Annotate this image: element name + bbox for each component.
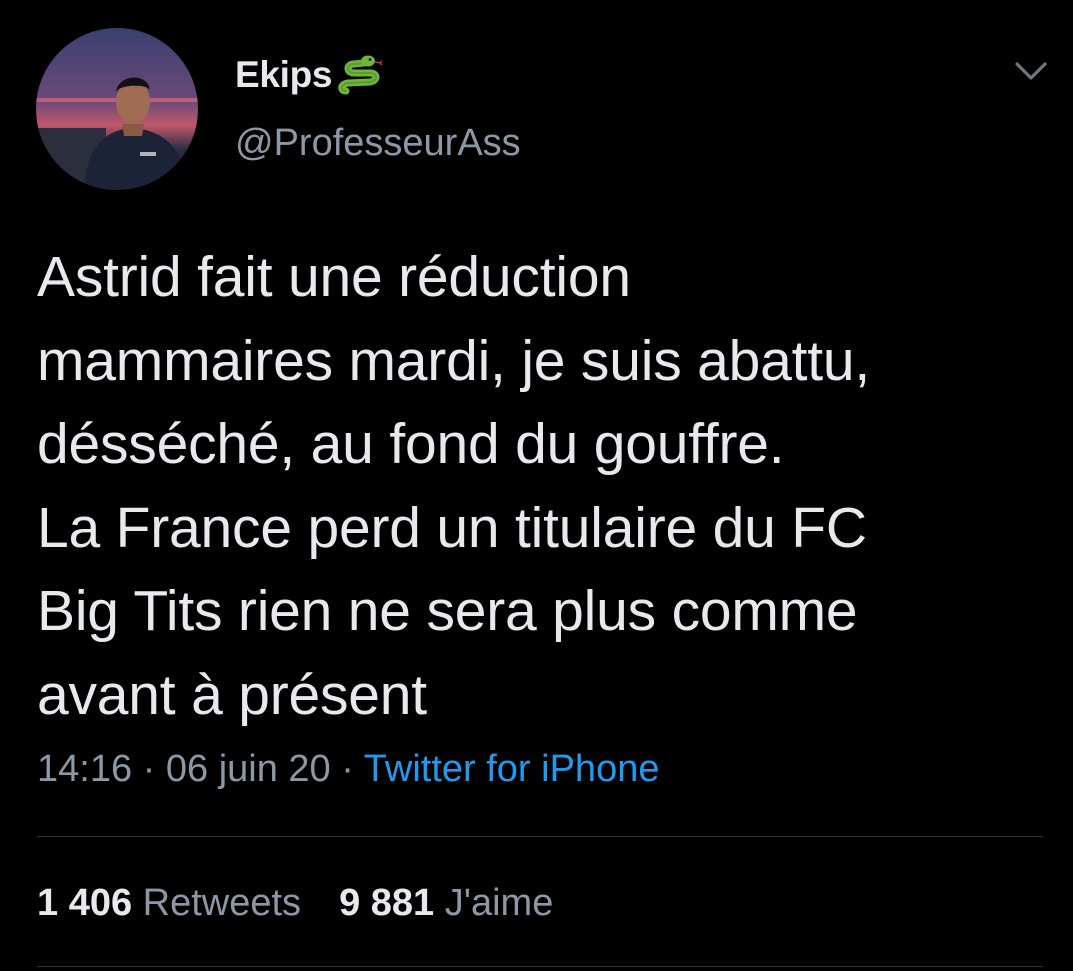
avatar-image	[36, 28, 198, 190]
tweet-detail: Ekips @ProfesseurAss Astrid fait une réd…	[0, 0, 1073, 971]
tweet-stats: 1 406 Retweets 9 881 J'aime	[37, 882, 553, 925]
divider	[37, 836, 1043, 837]
retweets-label: Retweets	[142, 882, 302, 924]
likes-stat[interactable]: 9 881 J'aime	[339, 882, 553, 924]
avatar[interactable]	[36, 28, 198, 190]
tweet-metadata: 14:16 · 06 juin 20 · Twitter for iPhone	[37, 748, 659, 791]
retweets-stat[interactable]: 1 406 Retweets	[37, 882, 301, 924]
retweets-count: 1 406	[37, 882, 133, 924]
likes-label: J'aime	[444, 882, 554, 924]
tweet-source-link[interactable]: Twitter for iPhone	[364, 748, 660, 790]
display-name[interactable]: Ekips	[235, 54, 333, 96]
user-handle[interactable]: @ProfesseurAss	[235, 122, 521, 165]
likes-count: 9 881	[339, 882, 435, 924]
tweet-text: Astrid fait une réduction mammaires mard…	[37, 245, 871, 727]
divider	[37, 966, 1043, 967]
tweet-time: 14:16	[37, 748, 133, 790]
snake-emoji-icon	[336, 51, 384, 99]
display-name-row[interactable]: Ekips	[235, 50, 384, 100]
meta-separator: ·	[341, 748, 354, 790]
meta-separator: ·	[142, 748, 156, 790]
tweet-date: 06 juin 20	[165, 748, 331, 790]
chevron-down-icon[interactable]	[1011, 56, 1051, 86]
